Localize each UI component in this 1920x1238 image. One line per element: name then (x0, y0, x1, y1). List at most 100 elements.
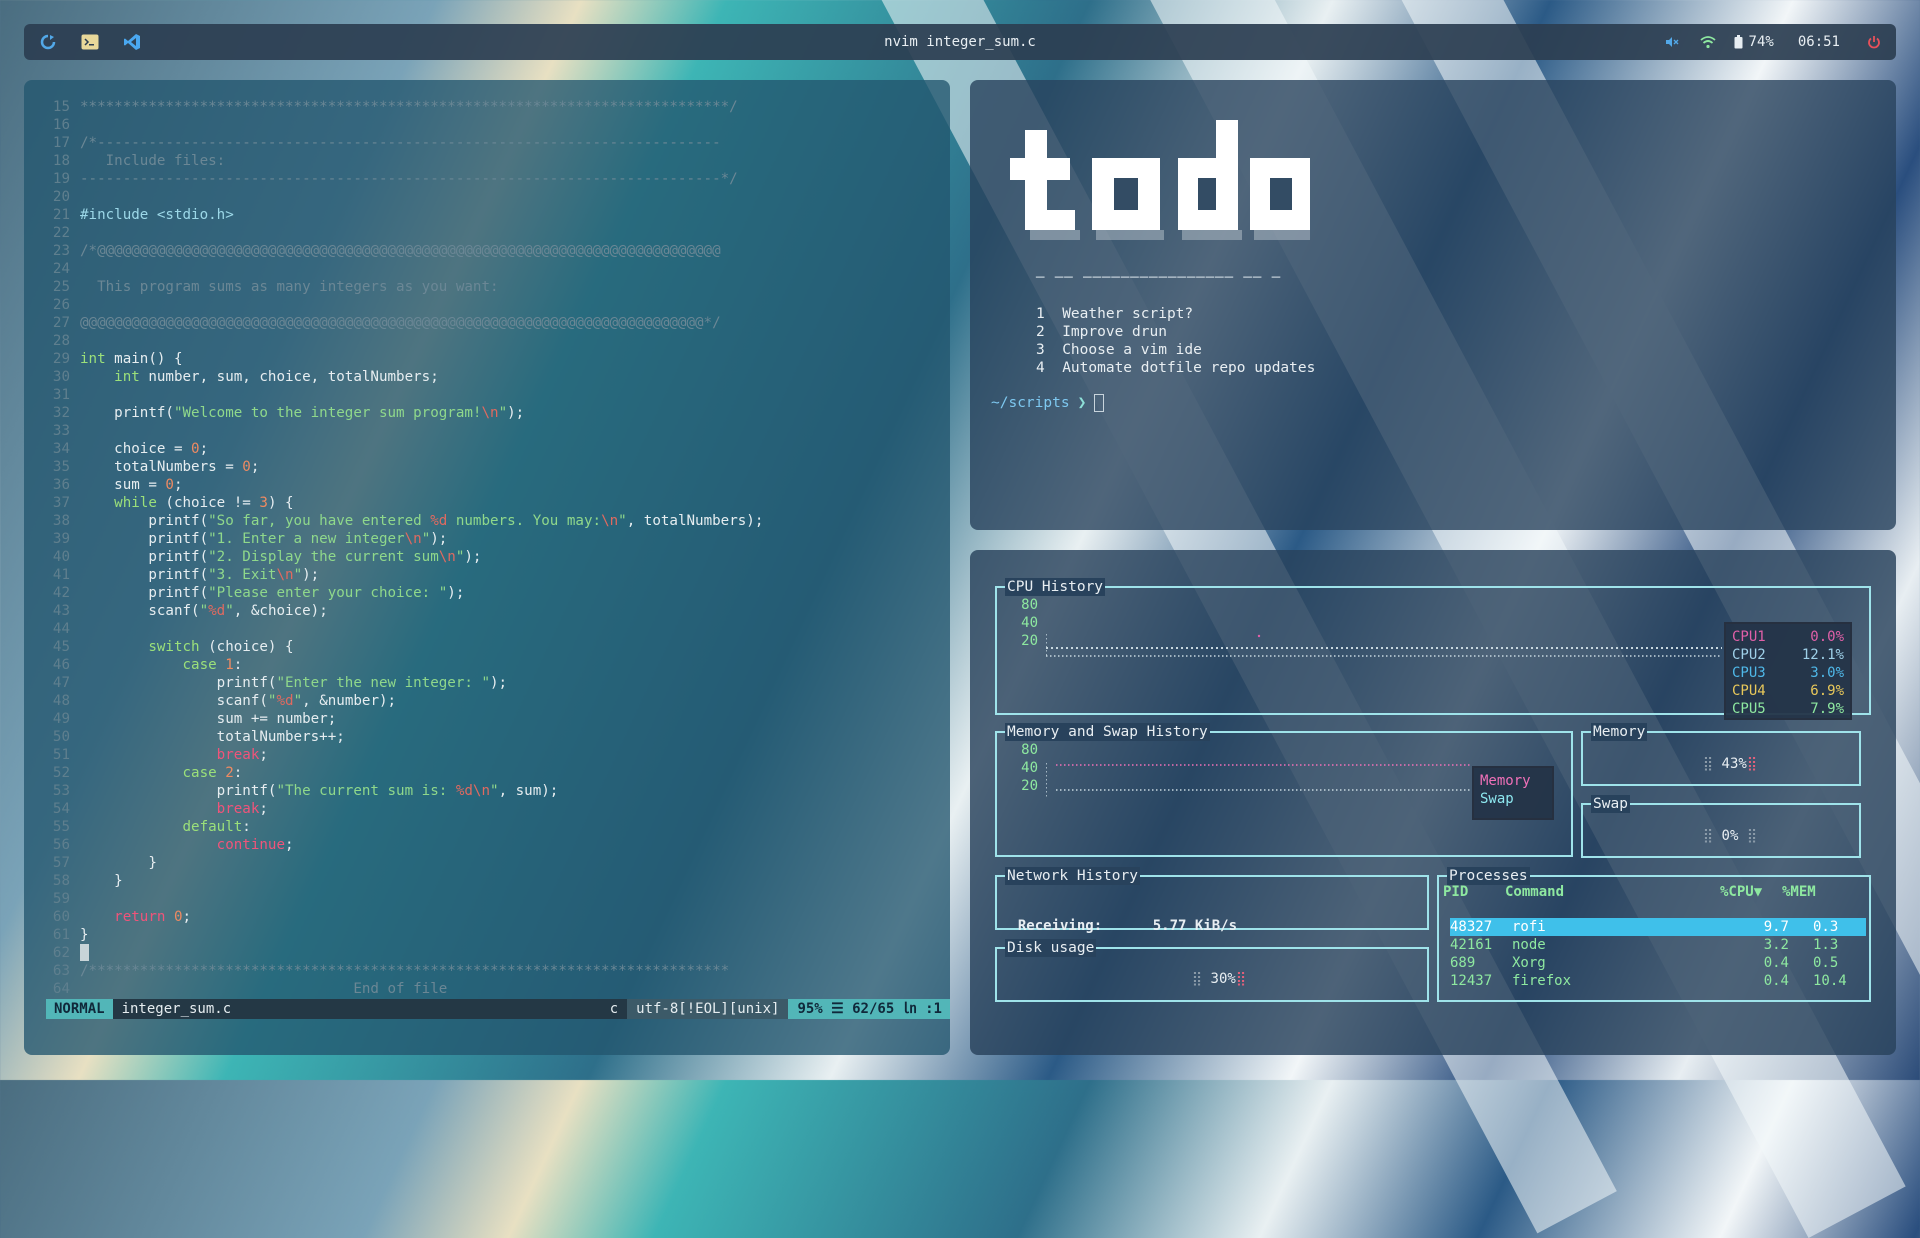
code-token: \n (481, 405, 499, 421)
code-line[interactable]: 57 } (42, 854, 763, 872)
code-line[interactable]: 28 (42, 332, 763, 350)
line-number: 61 (52, 927, 70, 943)
code-token: ; (259, 801, 268, 817)
cpu-history-graph (1046, 634, 1722, 658)
code-line[interactable]: 24 (42, 260, 763, 278)
process-row[interactable]: 12437 firefox 0.4 10.4 (1450, 972, 1866, 990)
code-token: \n (404, 531, 422, 547)
code-line[interactable]: 21 #include <stdio.h> (42, 206, 763, 224)
code-line[interactable]: 42 printf("Please enter your choice: "); (42, 584, 763, 602)
code-line[interactable]: 26 (42, 296, 763, 314)
process-row[interactable]: 689 Xorg 0.4 0.5 (1450, 954, 1866, 972)
code-line[interactable]: 38 printf("So far, you have entered %d n… (42, 512, 763, 530)
code-line[interactable]: 44 (42, 620, 763, 638)
shell-prompt[interactable]: ~/scripts ❯ (991, 394, 1105, 412)
process-cmd: node (1512, 937, 1546, 953)
code-line[interactable]: 54 break; (42, 800, 763, 818)
code-line[interactable]: 53 printf("The current sum is: %d\n ", su… (42, 782, 763, 800)
code-line[interactable]: 17 /*------------------------------------… (42, 134, 763, 152)
code-line[interactable]: 20 (42, 188, 763, 206)
code-line[interactable]: 39 printf("1. Enter a new integer \n "); (42, 530, 763, 548)
code-token: /***************************************… (80, 963, 730, 979)
code-line[interactable]: 36 sum = 0; (42, 476, 763, 494)
code-line[interactable]: 35 totalNumbers = 0; (42, 458, 763, 476)
code-token: main() { (105, 351, 183, 367)
code-line[interactable]: 23 /*@@@@@@@@@@@@@@@@@@@@@@@@@@@@@@@@@@@@… (42, 242, 763, 260)
wifi-icon[interactable] (1698, 32, 1718, 52)
code-token: "The current sum is: (276, 783, 456, 799)
code-token: sum += number; (80, 711, 337, 727)
code-line[interactable]: 61} (42, 926, 763, 944)
muted-speaker-icon[interactable] (1662, 32, 1682, 52)
code-line[interactable]: 32 printf("Welcome to the integer sum pr… (42, 404, 763, 422)
process-column-mem[interactable]: %MEM (1782, 884, 1816, 900)
code-line[interactable]: 34 choice = 0; (42, 440, 763, 458)
code-line[interactable]: 30 int number, sum, choice, totalNumbers… (42, 368, 763, 386)
code-token: : (233, 657, 243, 673)
process-cmd: Xorg (1512, 955, 1546, 971)
code-line[interactable]: 47 printf("Enter the new integer: "); (42, 674, 763, 692)
line-number: 44 (52, 621, 70, 637)
code-line[interactable]: 27 @@@@@@@@@@@@@@@@@@@@@@@@@@@@@@@@@@@@@@… (42, 314, 763, 332)
code-token: \n (438, 549, 456, 565)
memory-axis-tick: 40 (1021, 760, 1038, 776)
todo-logo (1010, 120, 1310, 240)
code-token: " (225, 603, 234, 619)
code-line[interactable]: 40 printf("2. Display the current sum \n "… (42, 548, 763, 566)
code-buffer[interactable]: 15 **************************************… (42, 98, 763, 998)
code-line[interactable]: 49 sum += number; (42, 710, 763, 728)
code-line[interactable]: 18 Include files: (42, 152, 763, 170)
code-line[interactable]: 52 case 2: (42, 764, 763, 782)
prompt-symbol: ❯ (1077, 395, 1087, 411)
code-line[interactable]: 64 End of file (42, 980, 763, 998)
cpu-core-value: 7.9% (1810, 701, 1844, 717)
code-token: ); (447, 585, 465, 601)
code-line[interactable]: 41 printf("3. Exit \n "); (42, 566, 763, 584)
editor-pane[interactable]: 15 **************************************… (24, 80, 950, 1055)
code-line[interactable]: 48 scanf(" %d ", &number); (42, 692, 763, 710)
process-row[interactable]: 42161 node 3.2 1.3 (1450, 936, 1866, 954)
statusline-file: integer_sum.c c (112, 999, 628, 1019)
code-line[interactable]: 58 } (42, 872, 763, 890)
cpu-axis: 80 40 20 (1010, 596, 1038, 650)
code-line[interactable]: 22 (42, 224, 763, 242)
code-line[interactable]: 59 (42, 890, 763, 908)
line-number: 47 (52, 675, 70, 691)
process-row[interactable]: 48327 rofi 9.7 0.3 (1450, 918, 1866, 936)
code-token: ; (285, 837, 294, 853)
code-line[interactable]: 62 (42, 944, 763, 962)
code-token: ); (464, 549, 482, 565)
code-line[interactable]: 43 scanf(" %d ", &choice); (42, 602, 763, 620)
code-line[interactable]: 15 **************************************… (42, 98, 763, 116)
code-line[interactable]: 45 switch (choice) { (42, 638, 763, 656)
code-token: int (114, 369, 140, 385)
code-line[interactable]: 56 continue; (42, 836, 763, 854)
line-number: 51 (52, 747, 70, 763)
process-column-pid[interactable]: PID (1443, 884, 1468, 900)
battery-indicator[interactable]: 74% (1734, 32, 1774, 52)
process-column-command[interactable]: Command (1505, 884, 1564, 900)
line-number: 37 (52, 495, 70, 511)
line-number: 52 (52, 765, 70, 781)
code-line[interactable]: 25 This program sums as many integers as… (42, 278, 763, 296)
code-line[interactable]: 55 default: (42, 818, 763, 836)
code-line[interactable]: 60 return 0; (42, 908, 763, 926)
cpu-core-value: 3.0% (1810, 665, 1844, 681)
code-token: "Welcome to the integer sum program! (173, 405, 482, 421)
code-line[interactable]: 50 totalNumbers++; (42, 728, 763, 746)
power-icon[interactable] (1864, 32, 1884, 52)
code-line[interactable]: 33 (42, 422, 763, 440)
code-line[interactable]: 63 /*************************************… (42, 962, 763, 980)
code-line[interactable]: 46 case 1: (42, 656, 763, 674)
process-column-cpu[interactable]: %CPU▼ (1720, 884, 1762, 900)
code-line[interactable]: 19 --------------------------------------… (42, 170, 763, 188)
code-line[interactable]: 31 (42, 386, 763, 404)
code-token: ; (182, 909, 192, 925)
code-line[interactable]: 51 break; (42, 746, 763, 764)
code-line[interactable]: 29 int main() { (42, 350, 763, 368)
code-line[interactable]: 37 while (choice != 3) { (42, 494, 763, 512)
memory-meter: ⣿ 43%⣿ (1686, 740, 1757, 772)
code-line[interactable]: 16 (42, 116, 763, 134)
